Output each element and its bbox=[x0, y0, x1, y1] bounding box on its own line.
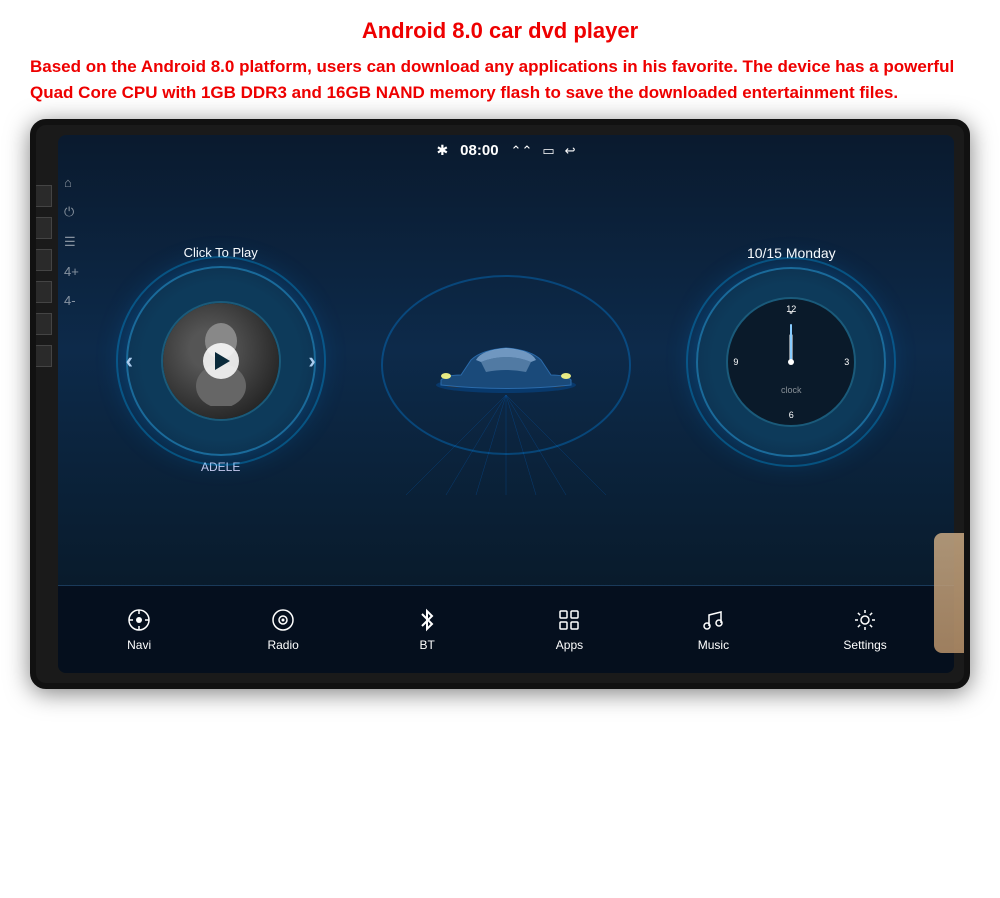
window-icon: ▭ bbox=[542, 143, 554, 159]
clock-date: 10/15 Monday bbox=[747, 245, 836, 261]
page-wrapper: Android 8.0 car dvd player Based on the … bbox=[0, 0, 1000, 898]
up-icon: ⌃⌃ bbox=[511, 143, 533, 159]
car-screen: ✱ 08:00 ⌃⌃ ▭ ↩ ⌂ ⏻ ☰ 4+ 4- Clic bbox=[58, 135, 954, 673]
nav-item-radio[interactable]: Radio bbox=[267, 606, 298, 652]
nav-item-music[interactable]: Music bbox=[698, 606, 729, 652]
side-btn-5[interactable] bbox=[34, 313, 52, 335]
prev-button[interactable]: ‹ bbox=[126, 348, 133, 374]
hand-right bbox=[934, 533, 970, 653]
music-icon bbox=[699, 606, 727, 634]
nav-item-navi[interactable]: Navi bbox=[125, 606, 153, 652]
clock-9: 9 bbox=[733, 357, 738, 367]
bluetooth-icon: ✱ bbox=[436, 142, 448, 159]
radio-icon bbox=[269, 606, 297, 634]
navi-icon bbox=[125, 606, 153, 634]
minute-hand bbox=[790, 324, 792, 362]
side-btn-3[interactable] bbox=[34, 249, 52, 271]
nav-label-navi: Navi bbox=[127, 638, 151, 652]
page-description: Based on the Android 8.0 platform, users… bbox=[30, 54, 970, 107]
clock-time: 08:00 bbox=[460, 142, 498, 159]
back-icon: ↩ bbox=[565, 143, 576, 159]
clock-dot-12 bbox=[790, 311, 793, 314]
center-area bbox=[406, 255, 606, 495]
grid-svg bbox=[406, 395, 606, 495]
status-icons: ⌃⌃ ▭ ↩ bbox=[511, 143, 576, 159]
nav-label-music: Music bbox=[698, 638, 729, 652]
nav-label-radio: Radio bbox=[267, 638, 298, 652]
side-buttons bbox=[34, 185, 52, 367]
side-btn-4[interactable] bbox=[34, 281, 52, 303]
music-label: Click To Play bbox=[184, 245, 258, 260]
settings-icon bbox=[851, 606, 879, 634]
nav-item-apps[interactable]: Apps bbox=[555, 606, 583, 652]
car-svg bbox=[426, 320, 586, 400]
nav-label-bt: BT bbox=[419, 638, 434, 652]
clock-3: 3 bbox=[844, 357, 849, 367]
side-btn-6[interactable] bbox=[34, 345, 52, 367]
music-widget[interactable]: Click To Play bbox=[101, 245, 341, 505]
clock-6: 6 bbox=[789, 410, 794, 420]
clock-label-text: clock bbox=[781, 385, 802, 395]
apps-icon bbox=[555, 606, 583, 634]
side-btn-2[interactable] bbox=[34, 217, 52, 239]
music-nav: ‹ › bbox=[126, 348, 316, 374]
status-bar: ✱ 08:00 ⌃⌃ ▭ ↩ bbox=[58, 135, 954, 167]
text-section: Android 8.0 car dvd player Based on the … bbox=[30, 18, 970, 107]
next-button[interactable]: › bbox=[308, 348, 315, 374]
clock-center-dot bbox=[788, 359, 794, 365]
bottom-nav: Navi Radio BT bbox=[58, 585, 954, 673]
nav-item-bt[interactable]: BT bbox=[413, 606, 441, 652]
nav-label-apps: Apps bbox=[556, 638, 583, 652]
clock-circle: 12 3 6 9 bbox=[696, 267, 886, 457]
music-artist: ADELE bbox=[201, 460, 240, 474]
page-title: Android 8.0 car dvd player bbox=[30, 18, 970, 44]
nav-item-settings[interactable]: Settings bbox=[843, 606, 886, 652]
bt-icon bbox=[413, 606, 441, 634]
nav-label-settings: Settings bbox=[843, 638, 886, 652]
clock-widget: 10/15 Monday 12 3 6 bbox=[671, 245, 911, 505]
clock-face: 12 3 6 9 bbox=[726, 297, 856, 427]
car-unit: ✱ 08:00 ⌃⌃ ▭ ↩ ⌂ ⏻ ☰ 4+ 4- Clic bbox=[30, 119, 970, 689]
side-btn-power[interactable] bbox=[34, 185, 52, 207]
main-content: Click To Play bbox=[58, 167, 954, 583]
